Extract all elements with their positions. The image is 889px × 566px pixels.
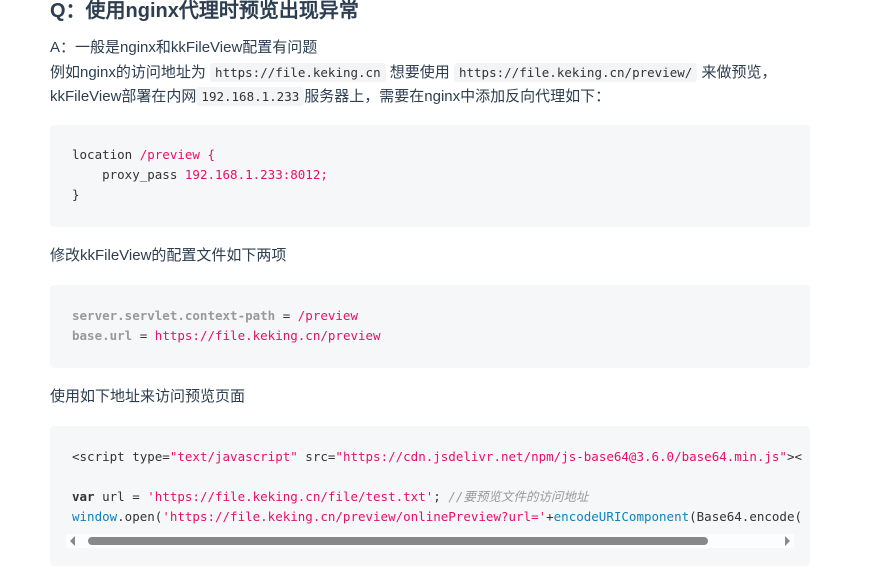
token: "text/javascript" <box>169 449 298 464</box>
token: 'https://file.keking.cn/preview/onlinePr… <box>162 509 547 524</box>
code: server.servlet.context-path = /preview b… <box>50 285 810 346</box>
token: base.url <box>72 328 133 343</box>
text: 例如nginx的访问地址为 <box>50 64 206 81</box>
code: <script type="text/javascript" src="http… <box>50 426 810 527</box>
token: <script type= <box>72 449 170 464</box>
code: location /preview { proxy_pass 192.168.1… <box>50 125 810 205</box>
inline-code: https://file.keking.cn <box>210 63 386 82</box>
token: (Base64.encode( <box>689 509 803 524</box>
paragraph-config: 修改kkFileView的配置文件如下两项 <box>50 247 287 264</box>
token: /preview { <box>139 147 215 162</box>
token: src= <box>297 449 336 464</box>
token: server.servlet.context-path <box>72 308 276 323</box>
token: "https://cdn.jsdelivr.net/npm/js-base64@… <box>335 449 787 464</box>
code-block-config: server.servlet.context-path = /preview b… <box>50 285 810 368</box>
text: 想要使用 <box>389 64 450 81</box>
code-block-js: <script type="text/javascript" src="http… <box>50 426 810 566</box>
inline-code: 192.168.1.233 <box>196 87 305 106</box>
page-title: Q：使用nginx代理时预览出现异常 <box>50 0 359 22</box>
text: 服务器上，需要在nginx中添加反向代理如下： <box>304 88 611 105</box>
text: 来做预览， <box>701 64 777 81</box>
token: /preview <box>297 308 358 323</box>
text: kkFileView部署在内网 <box>50 88 197 105</box>
token: proxy_pass <box>72 167 185 182</box>
answer-line-1: A：一般是nginx和kkFileView配置有问题 <box>50 39 318 56</box>
token: } <box>72 187 80 202</box>
token: //要预览文件的访问地址 <box>448 489 589 504</box>
token: = <box>275 308 298 323</box>
token: = <box>132 328 155 343</box>
scroll-left-arrow-icon[interactable] <box>70 536 75 546</box>
scrollbar-thumb[interactable] <box>88 537 708 545</box>
token: >< <box>786 449 803 464</box>
horizontal-scrollbar[interactable] <box>66 534 794 548</box>
token: var <box>72 489 95 504</box>
token: ; <box>433 489 449 504</box>
paragraph-access: 使用如下地址来访问预览页面 <box>50 388 246 405</box>
answer-line-2: 例如nginx的访问地址为 https://file.keking.cn 想要使… <box>50 61 776 85</box>
answer-line-3: kkFileView部署在内网 192.168.1.233 服务器上，需要在ngin… <box>50 85 610 109</box>
token: url = <box>94 489 148 504</box>
token: + <box>546 509 554 524</box>
inline-code: https://file.keking.cn/preview/ <box>453 63 698 82</box>
code-block-nginx: location /preview { proxy_pass 192.168.1… <box>50 125 810 227</box>
token: encodeURIComponent <box>553 509 690 524</box>
scroll-right-arrow-icon[interactable] <box>785 536 790 546</box>
token: 'https://file.keking.cn/file/test.txt' <box>147 489 434 504</box>
token: window <box>72 509 118 524</box>
token: https://file.keking.cn/preview <box>154 328 381 343</box>
token: location <box>72 147 140 162</box>
token: 192.168.1.233:8012; <box>184 167 328 182</box>
token: .open( <box>117 509 163 524</box>
